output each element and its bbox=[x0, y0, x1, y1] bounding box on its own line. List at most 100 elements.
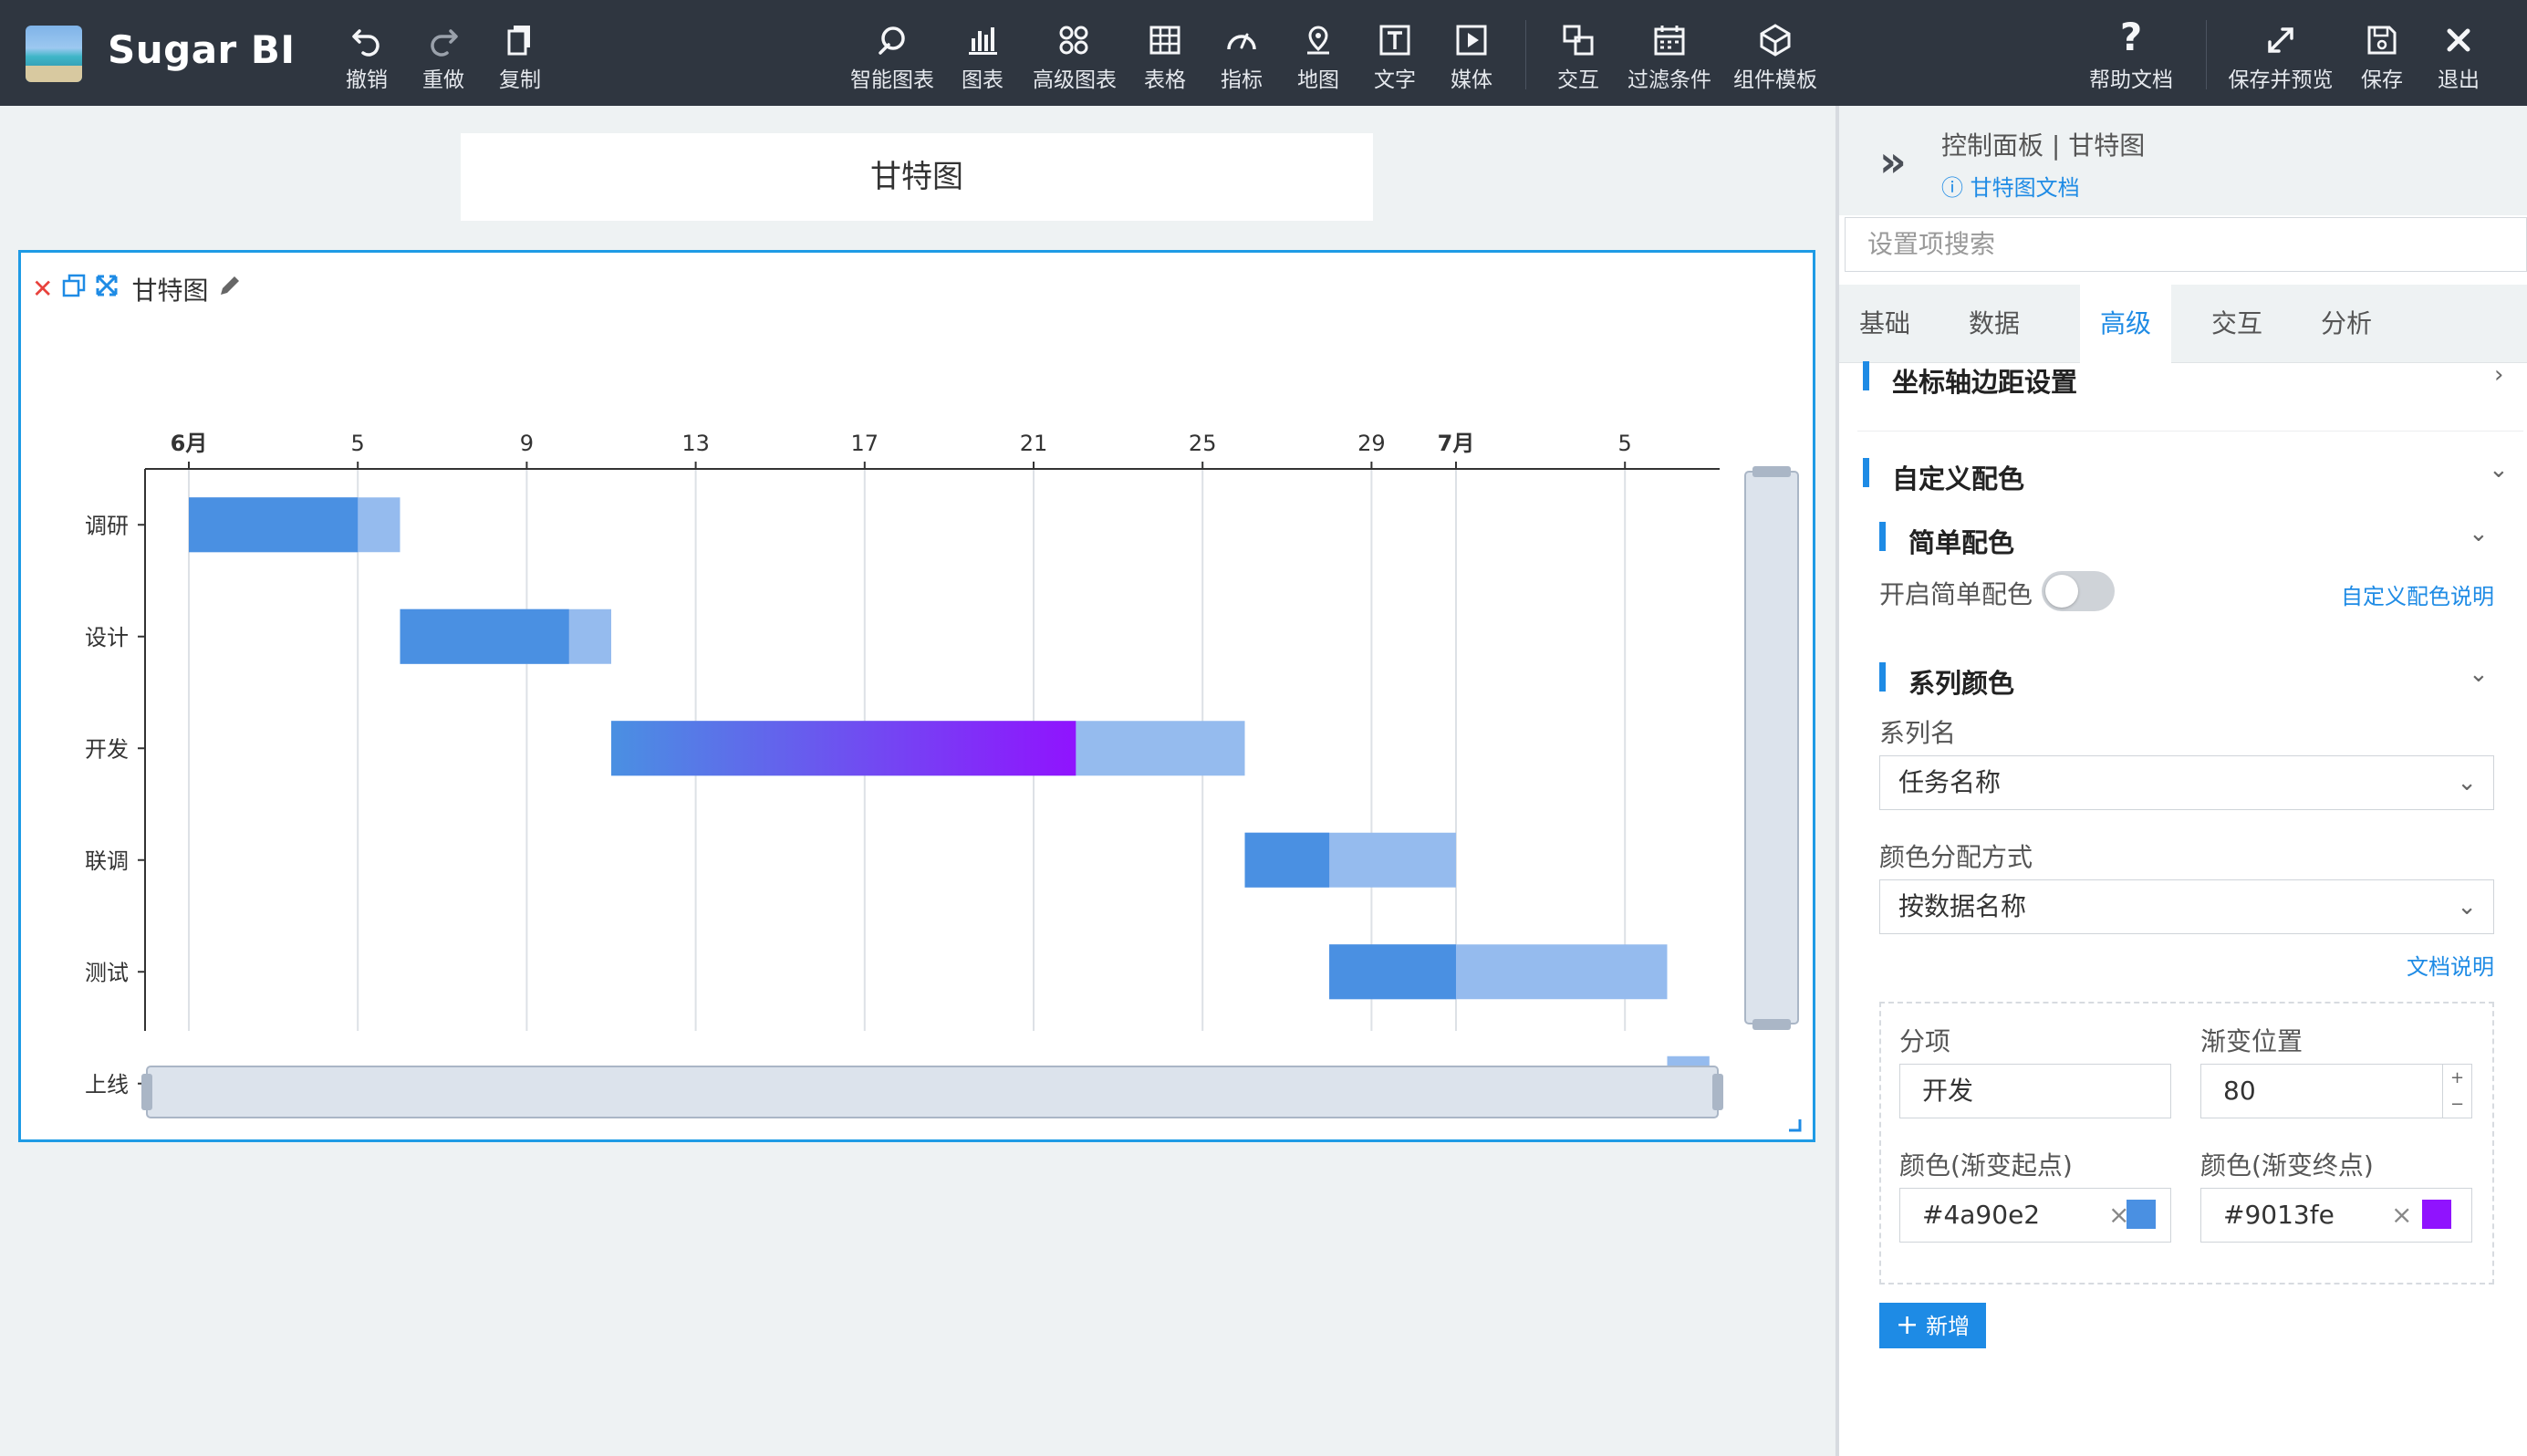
x-tick-label: 21 bbox=[1020, 431, 1048, 456]
text-button[interactable]: 文字 bbox=[1354, 16, 1436, 93]
media-label: 媒体 bbox=[1451, 68, 1492, 92]
tab-analysis[interactable]: 分析 bbox=[2301, 285, 2392, 363]
advanced-chart-label: 高级图表 bbox=[1033, 68, 1117, 92]
interaction-label: 交互 bbox=[1557, 68, 1599, 92]
gantt-bar-progress[interactable] bbox=[1329, 944, 1456, 1000]
color-end-input[interactable]: #9013fe × bbox=[2200, 1188, 2472, 1243]
help-doc-label: 帮助文档 bbox=[2089, 68, 2173, 92]
y-category-label: 调研 bbox=[85, 513, 129, 538]
save-preview-button[interactable]: 保存并预览 bbox=[2222, 16, 2339, 93]
map-button[interactable]: 地图 bbox=[1277, 16, 1359, 93]
gradient-pos-label: 渐变位置 bbox=[2200, 1026, 2303, 1056]
gantt-bar-progress[interactable] bbox=[611, 721, 1076, 776]
x-tick-label: 7月 bbox=[1438, 431, 1475, 456]
bar-chart-icon bbox=[941, 16, 1024, 58]
settings-search-input[interactable]: 设置项搜索 bbox=[1845, 217, 2527, 272]
color-start-swatch[interactable] bbox=[2127, 1200, 2156, 1229]
gantt-chart: 6月 5 9 13 17 21 25 29 7月 5 调研设计开发联调测试上线 bbox=[85, 431, 1802, 1132]
smart-chart-button[interactable]: 智能图表 bbox=[850, 16, 934, 93]
save-icon bbox=[2341, 16, 2423, 58]
media-button[interactable]: 媒体 bbox=[1430, 16, 1513, 93]
section-simple-color[interactable]: 简单配色 bbox=[1876, 522, 2014, 560]
chevron-down-icon[interactable]: ⌄ bbox=[2489, 456, 2509, 484]
app-logo-icon bbox=[26, 26, 82, 82]
horizontal-zoom-slider[interactable] bbox=[141, 1066, 1723, 1118]
tab-data[interactable]: 数据 bbox=[1949, 285, 2040, 363]
editor-canvas: 甘特图 ✕ 甘特图 6月 5 9 13 17 21 25 29 7月 5 调研 设计 开发 联调 测试 上线 bbox=[0, 106, 1835, 1456]
clear-icon[interactable]: × bbox=[2391, 1189, 2412, 1242]
chevron-down-icon[interactable]: ⌄ bbox=[2469, 660, 2489, 688]
color-method-label: 颜色分配方式 bbox=[1879, 842, 2033, 872]
interaction-button[interactable]: 交互 bbox=[1537, 16, 1619, 93]
color-end-swatch[interactable] bbox=[2422, 1200, 2451, 1229]
gantt-bar-progress[interactable] bbox=[1244, 832, 1330, 888]
chevron-down-icon[interactable]: ⌄ bbox=[2469, 520, 2489, 547]
table-button[interactable]: 表格 bbox=[1124, 16, 1206, 93]
custom-color-help-link[interactable]: 自定义配色说明 bbox=[2341, 578, 2494, 610]
gantt-widget[interactable]: ✕ 甘特图 6月 5 9 13 17 21 25 29 7月 5 调研 设计 开发 联调 测试 上线 bbox=[18, 250, 1815, 1142]
indicator-button[interactable]: 指标 bbox=[1201, 16, 1283, 93]
panel-tabs: 基础 数据 高级 交互 分析 bbox=[1839, 285, 2527, 363]
gantt-doc-label: 甘特图文档 bbox=[1970, 175, 2080, 201]
exit-button[interactable]: 退出 bbox=[2418, 16, 2500, 93]
number-stepper[interactable]: + − bbox=[2442, 1065, 2471, 1118]
slider-handle-top bbox=[1752, 466, 1791, 477]
color-start-input[interactable]: #4a90e2 × bbox=[1899, 1188, 2171, 1243]
component-template-button[interactable]: 组件模板 bbox=[1730, 16, 1821, 93]
redo-icon bbox=[402, 16, 484, 58]
gantt-bar-progress[interactable] bbox=[189, 497, 359, 553]
chart-button[interactable]: 图表 bbox=[941, 16, 1024, 93]
toolbar-divider bbox=[2206, 20, 2207, 89]
add-button[interactable]: + 新增 bbox=[1879, 1303, 1987, 1348]
toggle-knob bbox=[2045, 575, 2078, 608]
close-icon bbox=[2418, 16, 2500, 58]
save-preview-label: 保存并预览 bbox=[2228, 68, 2334, 92]
table-label: 表格 bbox=[1144, 68, 1186, 92]
gantt-doc-link[interactable]: ⓘ 甘特图文档 bbox=[1941, 170, 2080, 202]
gantt-bar-progress[interactable] bbox=[400, 608, 569, 664]
x-tick-label: 17 bbox=[851, 431, 879, 456]
expand-arrows-icon bbox=[2222, 16, 2339, 58]
gradient-pos-input[interactable]: 80 + − bbox=[2200, 1064, 2472, 1118]
tab-advanced[interactable]: 高级 bbox=[2080, 285, 2171, 363]
advanced-chart-button[interactable]: 高级图表 bbox=[1033, 16, 1117, 93]
redo-button[interactable]: 重做 bbox=[402, 16, 484, 93]
series-name-select[interactable]: 任务名称 ⌄ bbox=[1879, 755, 2494, 810]
chevron-right-icon[interactable]: › bbox=[2494, 361, 2503, 389]
x-tick-label: 5 bbox=[351, 431, 365, 456]
save-button[interactable]: 保存 bbox=[2341, 16, 2423, 93]
vertical-zoom-slider[interactable] bbox=[1744, 466, 1799, 1030]
collapse-panel-icon[interactable]: » bbox=[1879, 137, 1907, 186]
title-card[interactable]: 甘特图 bbox=[461, 133, 1373, 221]
y-category-label: 开发 bbox=[85, 736, 129, 762]
section-axis-margin[interactable]: 坐标轴边距设置 bbox=[1859, 361, 2077, 400]
undo-button[interactable]: 撤销 bbox=[326, 16, 408, 93]
copy-icon bbox=[479, 16, 561, 58]
resize-handle-icon[interactable] bbox=[1789, 1119, 1802, 1132]
item-label: 分项 bbox=[1899, 1026, 1951, 1056]
control-panel: » 控制面板 | 甘特图 ⓘ 甘特图文档 设置项搜索 基础 数据 高级 交互 分… bbox=[1835, 106, 2527, 1456]
decrement-icon[interactable]: − bbox=[2450, 1095, 2464, 1114]
gauge-icon bbox=[1201, 16, 1283, 58]
series-name-value: 任务名称 bbox=[1898, 767, 2002, 797]
item-input[interactable]: 开发 bbox=[1899, 1064, 2171, 1118]
x-tick-label: 9 bbox=[520, 431, 534, 456]
help-doc-button[interactable]: ? 帮助文档 bbox=[2085, 16, 2177, 93]
media-icon bbox=[1430, 16, 1513, 58]
x-tick-label: 25 bbox=[1189, 431, 1217, 456]
section-series-color[interactable]: 系列颜色 bbox=[1876, 662, 2014, 701]
panel-header: » 控制面板 | 甘特图 ⓘ 甘特图文档 bbox=[1839, 106, 2527, 215]
y-category-label: 联调 bbox=[85, 848, 129, 874]
simple-color-toggle[interactable] bbox=[2042, 571, 2115, 611]
doc-help-link[interactable]: 文档说明 bbox=[2407, 949, 2494, 981]
copy-button[interactable]: 复制 bbox=[479, 16, 561, 93]
section-custom-color[interactable]: 自定义配色 bbox=[1859, 458, 2024, 496]
tab-interaction[interactable]: 交互 bbox=[2191, 285, 2283, 363]
undo-icon bbox=[326, 16, 408, 58]
tab-basic[interactable]: 基础 bbox=[1839, 285, 1930, 363]
color-method-select[interactable]: 按数据名称 ⌄ bbox=[1879, 879, 2494, 934]
gantt-bars bbox=[189, 497, 1710, 1111]
add-button-label: 新增 bbox=[1926, 1314, 1971, 1339]
increment-icon[interactable]: + bbox=[2450, 1068, 2464, 1087]
filter-button[interactable]: 过滤条件 bbox=[1624, 16, 1715, 93]
